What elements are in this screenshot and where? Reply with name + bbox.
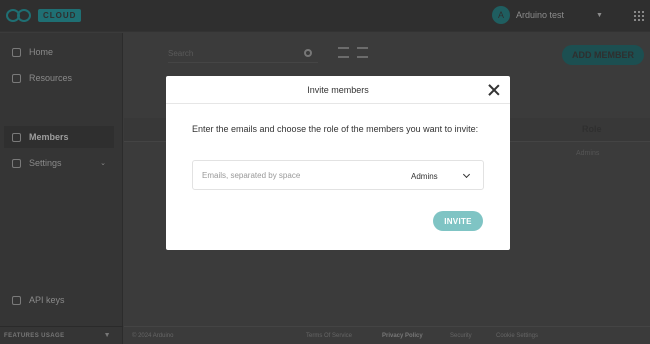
sidebar-item-home[interactable]: Home [0,41,118,63]
features-usage-label: FEATURES USAGE [4,332,65,339]
invite-members-dialog: Invite members Enter the emails and choo… [166,76,510,250]
user-name: Arduino test [516,10,565,20]
dialog-description: Enter the emails and choose the role of … [192,124,479,134]
arduino-logo[interactable]: CLOUD [6,9,82,22]
sidebar-item-label: Resources [29,73,73,83]
sidebar-item-settings[interactable]: Settings ⌄ [0,152,118,174]
infinity-icon [6,9,32,22]
list-view-icon[interactable] [338,47,349,58]
home-icon [12,47,21,57]
features-usage-toggle[interactable]: FEATURES USAGE ▼ [0,326,123,344]
sidebar-item-label: Settings [29,158,62,168]
role-select[interactable]: Admins [411,168,473,184]
avatar: A [492,6,510,24]
search-icon[interactable] [304,49,312,57]
cookie-settings-link[interactable]: Cookie Settings [496,333,538,339]
email-field[interactable] [202,167,398,183]
top-bar: CLOUD A Arduino test ▼ [0,0,650,32]
invite-field-group: Admins [192,160,484,190]
grid-view-icon[interactable] [357,47,368,58]
role-column-header[interactable]: Role [582,124,602,134]
sidebar-item-label: API keys [29,295,65,305]
sidebar-item-members[interactable]: Members [4,126,114,148]
user-menu[interactable]: A Arduino test ▼ [492,6,603,24]
search-input[interactable]: Search [168,45,318,63]
dialog-title: Invite members [307,85,369,95]
close-icon[interactable] [487,83,501,97]
copyright: © 2024 Arduino [132,333,174,339]
logo-text: CLOUD [38,9,82,22]
chevron-down-icon: ▼ [596,11,603,19]
gear-icon [12,158,21,168]
dialog-header: Invite members [166,76,510,104]
privacy-link[interactable]: Privacy Policy [382,333,423,339]
security-link[interactable]: Security [450,333,472,339]
terms-link[interactable]: Terms Of Service [306,333,352,339]
chevron-down-icon [462,170,471,179]
key-icon [12,295,21,305]
resources-icon [12,73,21,83]
chevron-down-icon: ⌄ [100,160,106,167]
sidebar-item-label: Members [29,132,69,142]
invite-button[interactable]: INVITE [433,211,483,231]
sidebar-item-label: Home [29,47,54,57]
view-toggle [338,47,368,58]
person-icon [12,132,21,142]
role-cell[interactable]: Admins [576,150,599,157]
role-select-value: Admins [411,171,438,181]
chevron-down-icon: ▼ [103,332,111,339]
apps-grid-icon[interactable] [634,11,644,21]
footer: © 2024 Arduino Terms Of Service Privacy … [124,326,650,344]
sidebar-item-resources[interactable]: Resources [0,67,118,89]
sidebar: Home Resources Members Settings ⌄ API ke… [0,33,123,344]
sidebar-item-api-keys[interactable]: API keys [0,289,118,311]
add-member-button[interactable]: ADD MEMBER [562,45,644,65]
